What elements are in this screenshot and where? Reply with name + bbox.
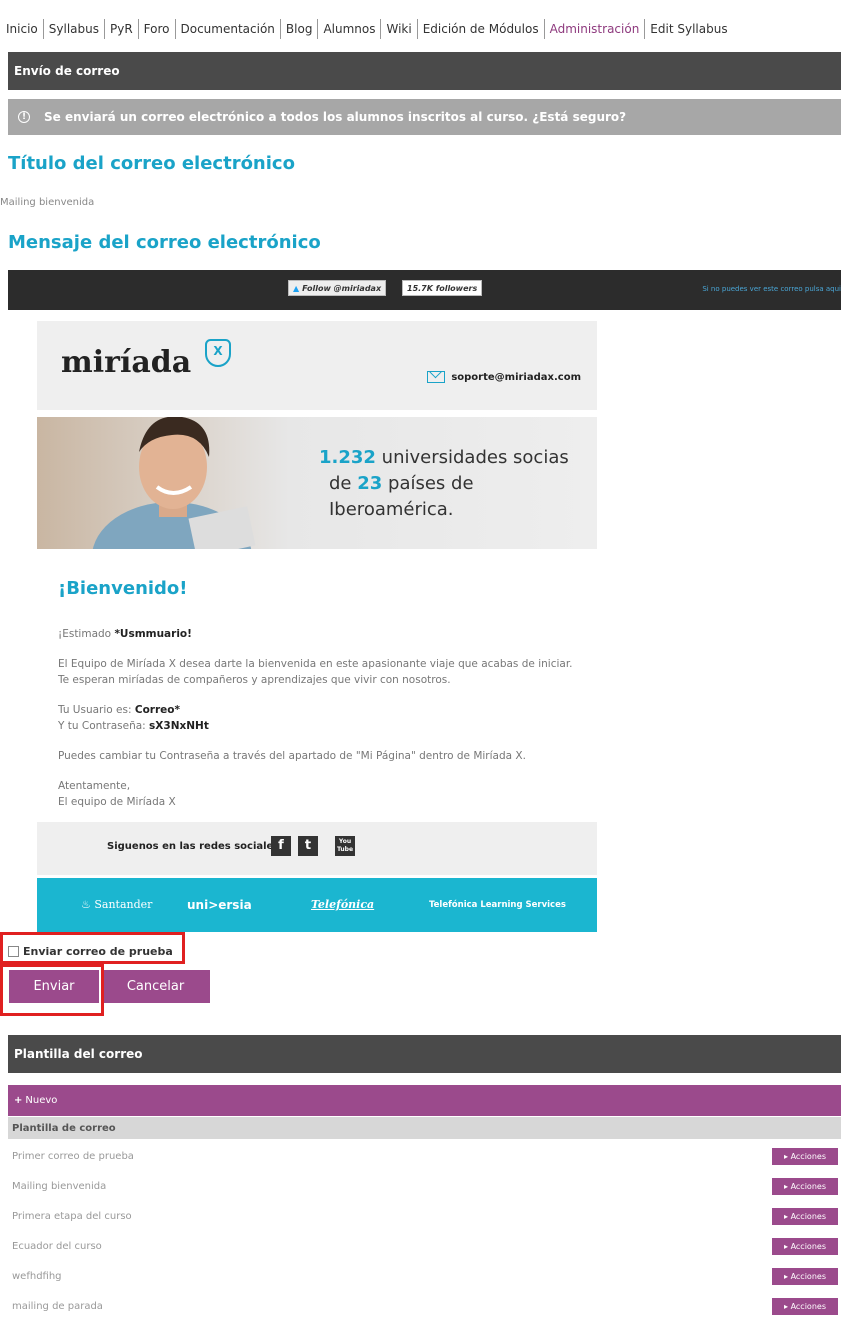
user-prefix: Tu Usuario es: xyxy=(58,704,135,716)
nav-blog[interactable]: Blog xyxy=(281,19,319,39)
nav-edit-syllabus[interactable]: Edit Syllabus xyxy=(645,19,732,39)
nav-inicio[interactable]: Inicio xyxy=(6,19,44,39)
highlight-test-checkbox xyxy=(0,932,185,964)
actions-label: Acciones xyxy=(790,1271,826,1281)
user-value: Correo* xyxy=(134,704,180,716)
pass-value: sX3NxNHt xyxy=(149,720,209,732)
santander-flame-icon: ♨ xyxy=(81,898,91,911)
table-row: Primera etapa del curso ▸ Acciones xyxy=(8,1201,841,1231)
template-name[interactable]: mailing de parada xyxy=(12,1301,103,1312)
table-row: mailing de parada ▸ Acciones xyxy=(8,1291,841,1321)
signoff-line-2: El equipo de Miríada X xyxy=(58,796,176,808)
actions-button[interactable]: ▸ Acciones xyxy=(772,1237,838,1255)
partners-footer: ♨ Santander uni>ersia Telefónica Telefón… xyxy=(37,878,597,932)
plus-icon: + xyxy=(14,1095,23,1106)
logo-shield-icon: X xyxy=(205,339,231,367)
actions-button[interactable]: ▸ Acciones xyxy=(772,1207,838,1225)
social-section: Siguenos en las redes sociales f t You T… xyxy=(37,822,597,875)
template-name[interactable]: Mailing bienvenida xyxy=(12,1181,106,1192)
actions-button[interactable]: ▸ Acciones xyxy=(772,1147,838,1165)
follow-label: Follow @miriadax xyxy=(302,283,382,293)
table-row: Ecuador del curso ▸ Acciones xyxy=(8,1231,841,1261)
nav-syllabus[interactable]: Syllabus xyxy=(44,19,105,39)
support-contact[interactable]: soporte@miriadax.com xyxy=(427,371,581,383)
intro-line-2: Te esperan miríadas de compañeros y apre… xyxy=(58,674,451,686)
youtube-icon[interactable]: You Tube xyxy=(335,836,355,856)
warning-banner: ! Se enviará un correo electrónico a tod… xyxy=(8,99,841,135)
credentials: Tu Usuario es: Correo* Y tu Contraseña: … xyxy=(58,702,209,734)
change-password-text: Puedes cambiar tu Contraseña a través de… xyxy=(58,750,526,762)
banner-number-1: 1.232 xyxy=(319,447,376,468)
support-email: soporte@miriadax.com xyxy=(451,371,581,383)
nav-edicion-modulos[interactable]: Edición de Módulos xyxy=(418,19,545,39)
intro-line-1: El Equipo de Miríada X desea darte la bi… xyxy=(58,658,573,670)
actions-button[interactable]: ▸ Acciones xyxy=(772,1267,838,1285)
nav-wiki[interactable]: Wiki xyxy=(381,19,418,39)
message-heading: Mensaje del correo electrónico xyxy=(8,232,321,253)
partner-telefonica-learning: Telefónica Learning Services xyxy=(429,900,566,910)
templates-header: Plantilla del correo xyxy=(8,1035,841,1073)
twitter-follow-button[interactable]: ▲ Follow @miriadax xyxy=(288,280,387,296)
partner-telefonica: Telefónica xyxy=(311,898,375,911)
nav-alumnos[interactable]: Alumnos xyxy=(318,19,382,39)
new-template-button[interactable]: + Nuevo xyxy=(8,1085,841,1116)
social-label: Siguenos en las redes sociales xyxy=(107,841,280,852)
table-row: Mailing bienvenida ▸ Acciones xyxy=(8,1171,841,1201)
email-header: miríada X soporte@miriadax.com xyxy=(37,321,597,410)
template-name[interactable]: Ecuador del curso xyxy=(12,1241,102,1252)
twitter-icon[interactable]: t xyxy=(298,836,318,856)
subject-value: Mailing bienvenida xyxy=(0,197,95,208)
actions-label: Acciones xyxy=(790,1241,826,1251)
pass-prefix: Y tu Contraseña: xyxy=(58,720,150,732)
facebook-icon[interactable]: f xyxy=(271,836,291,856)
view-online-link[interactable]: Si no puedes ver este correo pulsa aqui xyxy=(702,285,841,293)
greeting-prefix: ¡Estimado xyxy=(58,628,115,640)
new-label: Nuevo xyxy=(25,1095,58,1106)
nav-pyr[interactable]: PyR xyxy=(105,19,139,39)
nav-foro[interactable]: Foro xyxy=(139,19,176,39)
welcome-heading: ¡Bienvenido! xyxy=(58,578,188,599)
signoff: Atentamente, El equipo de Miríada X xyxy=(58,778,176,810)
actions-label: Acciones xyxy=(790,1181,826,1191)
cancel-button[interactable]: Cancelar xyxy=(101,970,210,1003)
section-header: Envío de correo xyxy=(8,52,841,90)
banner-text: 1.232 universidades socias de 23 países … xyxy=(319,445,597,523)
email-topbar: ▲ Follow @miriadax 15.7K followers Si no… xyxy=(8,270,841,310)
nav-documentacion[interactable]: Documentación xyxy=(176,19,281,39)
nav-administracion[interactable]: Administración xyxy=(545,19,646,39)
warning-text: Se enviará un correo electrónico a todos… xyxy=(44,110,627,124)
title-heading: Título del correo electrónico xyxy=(8,153,295,174)
table-row: wefhdfihg ▸ Acciones xyxy=(8,1261,841,1291)
template-name[interactable]: Primer correo de prueba xyxy=(12,1151,134,1162)
table-row: Primer correo de prueba ▸ Acciones xyxy=(8,1141,841,1171)
banner-number-2: 23 xyxy=(357,473,383,494)
intro-paragraph: El Equipo de Miríada X desea darte la bi… xyxy=(58,656,573,688)
greeting: ¡Estimado *Usmmuario! xyxy=(58,626,192,642)
actions-label: Acciones xyxy=(790,1151,826,1161)
santander-label: Santander xyxy=(94,898,153,911)
twitter-icon: ▲ xyxy=(293,283,300,293)
follower-count: 15.7K followers xyxy=(402,280,483,296)
template-name[interactable]: Primera etapa del curso xyxy=(12,1211,132,1222)
email-banner: 1.232 universidades socias de 23 países … xyxy=(37,417,597,549)
highlight-send-button xyxy=(0,964,104,1016)
banner-line-1: universidades socias xyxy=(375,447,569,468)
greeting-name: *Usmmuario! xyxy=(114,628,192,640)
info-icon: ! xyxy=(18,111,30,123)
templates-table-header: Plantilla de correo xyxy=(8,1117,841,1139)
mail-icon xyxy=(427,371,446,383)
actions-label: Acciones xyxy=(790,1211,826,1221)
partner-santander: ♨ Santander xyxy=(81,898,152,911)
actions-label: Acciones xyxy=(790,1301,826,1311)
partner-universia: uni>ersia xyxy=(187,898,252,912)
template-name[interactable]: wefhdfihg xyxy=(12,1271,62,1282)
student-photo xyxy=(92,417,256,549)
top-nav: Inicio Syllabus PyR Foro Documentación B… xyxy=(6,18,733,40)
miriada-logo: miríada xyxy=(61,345,192,380)
signoff-line-1: Atentamente, xyxy=(58,780,131,792)
actions-button[interactable]: ▸ Acciones xyxy=(772,1297,838,1315)
banner-line-2a: de xyxy=(329,473,358,494)
actions-button[interactable]: ▸ Acciones xyxy=(772,1177,838,1195)
